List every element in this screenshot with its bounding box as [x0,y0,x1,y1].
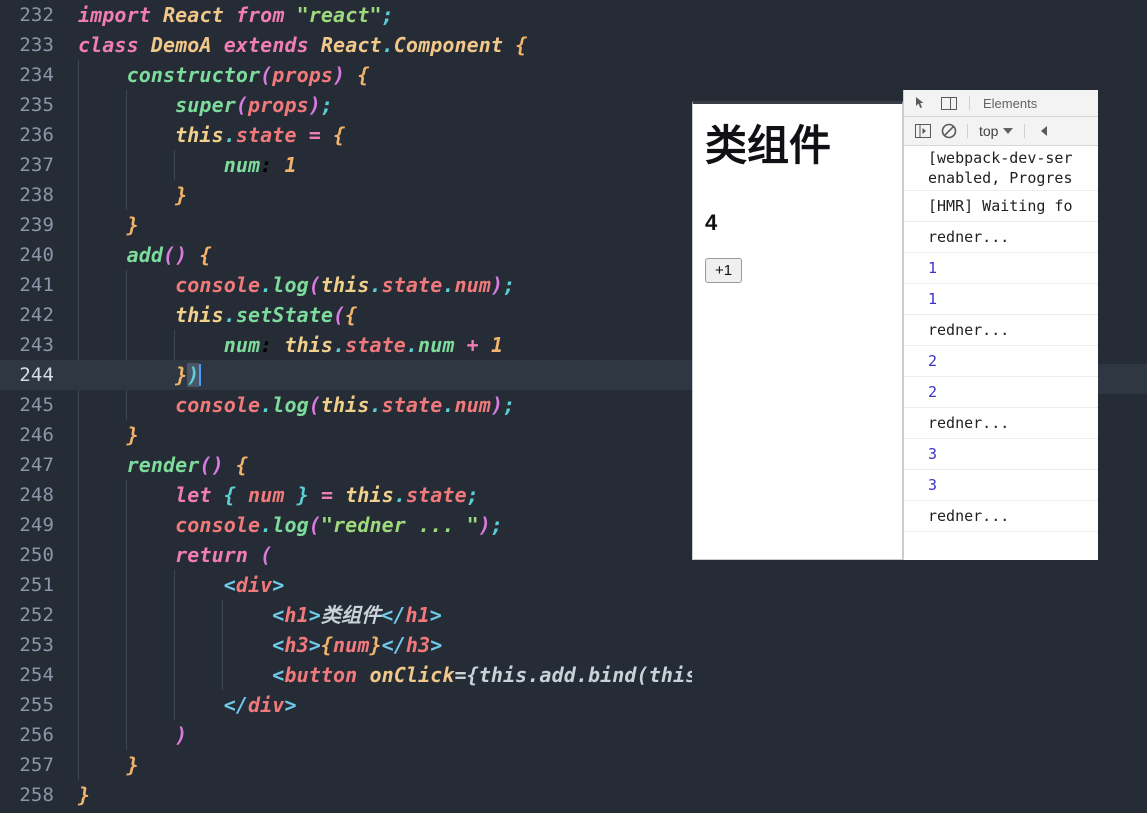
console-row-body: [webpack-dev-ser enabled, Progres [928,148,1073,188]
line-number: 232 [19,4,54,26]
line-code: render() { [126,453,249,477]
tab-elements[interactable]: Elements [979,96,1041,111]
line-code: }) [175,363,202,387]
toolbar-divider [969,96,970,110]
line-code: num: 1 [223,153,297,177]
line-number: 241 [19,274,54,296]
increment-button[interactable]: +1 [705,258,743,284]
active-line-band [1098,364,1147,394]
console-row-text: [webpack-dev-ser [928,149,1073,167]
line-number: 249 [19,514,54,536]
console-context-label: top [979,123,999,139]
device-toolbar-icon[interactable] [938,94,960,112]
preview-heading: 类组件 [705,121,832,170]
line-code: console.log(this.state.num); [175,393,516,417]
line-number: 235 [19,94,54,116]
console-row-text: 3 [928,445,938,463]
line-code: constructor(props) { [126,63,370,87]
line-code: ) [175,723,188,747]
line-number: 244 [19,364,54,386]
line-number: 258 [19,784,54,806]
chevron-down-icon [1003,128,1014,134]
console-row-text: 3 [928,476,938,494]
sidebar-toggle-icon[interactable] [912,122,934,140]
line-number: 242 [19,304,54,326]
line-code: <div> [223,573,285,597]
console-row-text-cont: enabled, Progres [928,169,1073,187]
line-code: } [78,783,91,807]
line-code: } [126,213,139,237]
line-code: } [126,423,139,447]
line-code: <h3>{num}</h3> [272,633,443,657]
line-number: 240 [19,244,54,266]
line-number: 237 [19,154,54,176]
line-code: console.log(this.state.num); [175,273,516,297]
line-number: 250 [19,544,54,566]
line-number: 253 [19,634,54,656]
line-number: 233 [19,34,54,56]
line-number: 247 [19,454,54,476]
line-code: } [175,183,188,207]
line-number: 251 [19,574,54,596]
line-number: 256 [19,724,54,746]
line-number: 239 [19,214,54,236]
inspect-element-icon[interactable] [910,94,932,112]
filter-icon[interactable] [1032,122,1054,140]
line-code: return ( [175,543,273,567]
line-code: this.state = { [175,123,346,147]
console-row-text: 1 [928,290,938,308]
editor-overlay-bottom [692,560,1147,813]
preview-counter: 4 [705,210,718,236]
line-number: 246 [19,424,54,446]
screen: 232 import React from "react"; 233 class De… [0,0,1147,813]
line-code: <h1>类组件</h1> [272,603,442,627]
line-code: num: this.state.num + 1 [223,333,504,357]
console-row-text: redner... [928,321,1010,339]
toolbar-divider-3 [1024,124,1026,138]
line-code: this.setState({ [175,303,358,327]
console-row-text: redner... [928,507,1010,525]
line-code: add() { [126,243,212,267]
line-code: let { num } = this.state; [175,483,479,507]
line-number: 248 [19,484,54,506]
line-code: class DemoA extends React.Component { [78,33,528,57]
line-number: 257 [19,754,54,776]
console-row-text: 2 [928,352,938,370]
line-code: console.log("redner ... "); [175,513,504,537]
line-number: 252 [19,604,54,626]
console-row-text: 1 [928,259,938,277]
toolbar-divider-2 [967,124,968,138]
line-number: 243 [19,334,54,356]
line-number: 245 [19,394,54,416]
line-code: </div> [223,693,297,717]
line-number: 255 [19,694,54,716]
console-row-text: [HMR] Waiting fo [928,197,1073,215]
line-number: 238 [19,184,54,206]
line-code: } [126,753,139,777]
browser-preview-panel[interactable]: 类组件 4 +1 [692,101,903,560]
console-row-text: redner... [928,414,1010,432]
console-row-text: redner... [928,228,1010,246]
line-number: 254 [19,664,54,686]
console-context-selector[interactable]: top [975,123,1017,139]
clear-console-icon[interactable] [938,122,960,140]
console-row-text: 2 [928,383,938,401]
line-code: super(props); [175,93,334,117]
line-number: 234 [19,64,54,86]
line-code: import React from "react"; [78,3,394,27]
line-number: 236 [19,124,54,146]
